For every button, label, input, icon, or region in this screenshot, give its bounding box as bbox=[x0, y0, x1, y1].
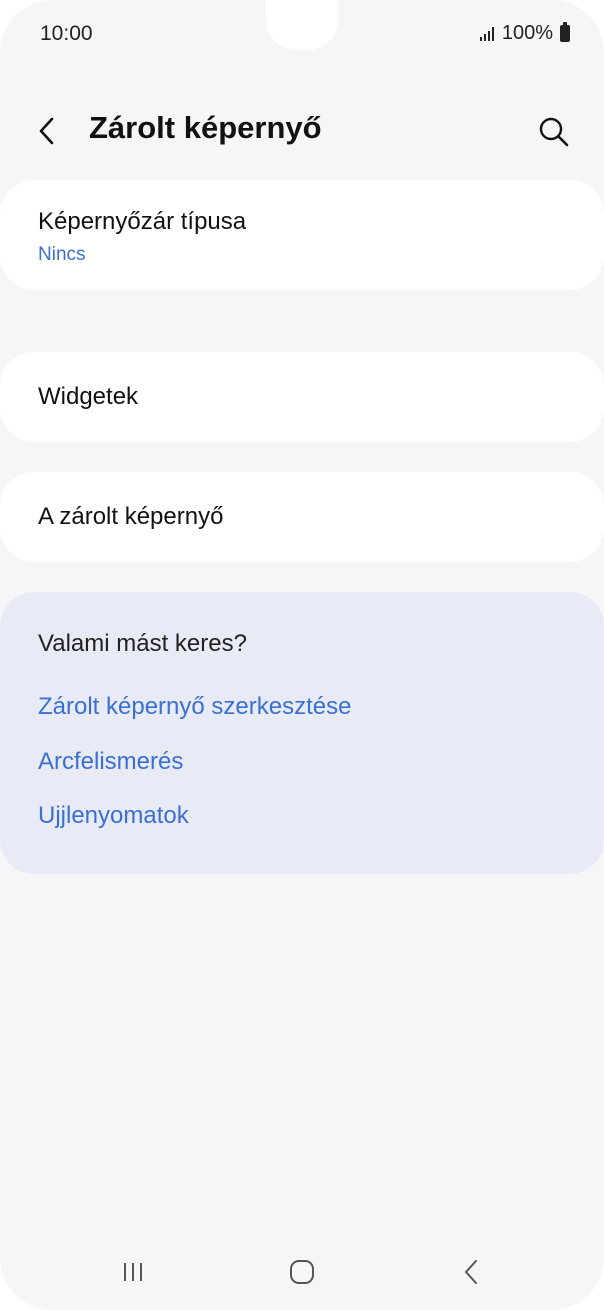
suggestion-link-face-recognition[interactable]: Arcfelismerés bbox=[38, 748, 183, 776]
recent-apps-button[interactable] bbox=[108, 1250, 158, 1294]
lock-screen-settings-screen: 10:00 100% Zárolt képernyő Képernyőzár t… bbox=[0, 0, 604, 1310]
home-icon bbox=[290, 1260, 314, 1284]
suggestions-card: Valami mást keres? Zárolt képernyő szerk… bbox=[0, 592, 604, 874]
home-button[interactable] bbox=[277, 1250, 327, 1294]
battery-percentage: 100% bbox=[501, 22, 553, 44]
battery-icon bbox=[560, 22, 570, 42]
recent-apps-icon bbox=[124, 1263, 142, 1281]
status-indicators: 100% bbox=[479, 22, 570, 45]
app-header: Zárolt képernyő bbox=[0, 100, 604, 162]
back-icon bbox=[465, 1260, 477, 1284]
nav-back-button[interactable] bbox=[447, 1250, 497, 1294]
chevron-left-icon bbox=[39, 117, 54, 145]
back-button[interactable] bbox=[30, 110, 70, 152]
widgets-label: Widgetek bbox=[38, 383, 139, 410]
search-icon bbox=[539, 117, 569, 147]
widgets-item[interactable]: Widgetek bbox=[0, 352, 604, 442]
about-lock-screen-label: A zárolt képernyő bbox=[38, 503, 224, 530]
suggestions-heading: Valami mást keres? bbox=[38, 630, 247, 657]
screen-lock-type-label: Képernyőzár típusa bbox=[38, 208, 247, 235]
screen-lock-type-item[interactable]: Képernyőzár típusa Nincs bbox=[0, 180, 604, 290]
navigation-bar bbox=[0, 1240, 604, 1300]
search-button[interactable] bbox=[534, 112, 574, 152]
status-time: 10:00 bbox=[40, 22, 93, 45]
status-bar: 10:00 100% bbox=[0, 0, 604, 70]
page-title: Zárolt képernyő bbox=[89, 110, 322, 145]
suggestion-link-fingerprints[interactable]: Ujjlenyomatok bbox=[38, 802, 189, 830]
screen-lock-type-value: Nincs bbox=[38, 244, 86, 265]
signal-icon bbox=[479, 26, 494, 41]
about-lock-screen-item[interactable]: A zárolt képernyő bbox=[0, 472, 604, 562]
suggestion-link-edit-lock-screen[interactable]: Zárolt képernyő szerkesztése bbox=[38, 693, 351, 721]
